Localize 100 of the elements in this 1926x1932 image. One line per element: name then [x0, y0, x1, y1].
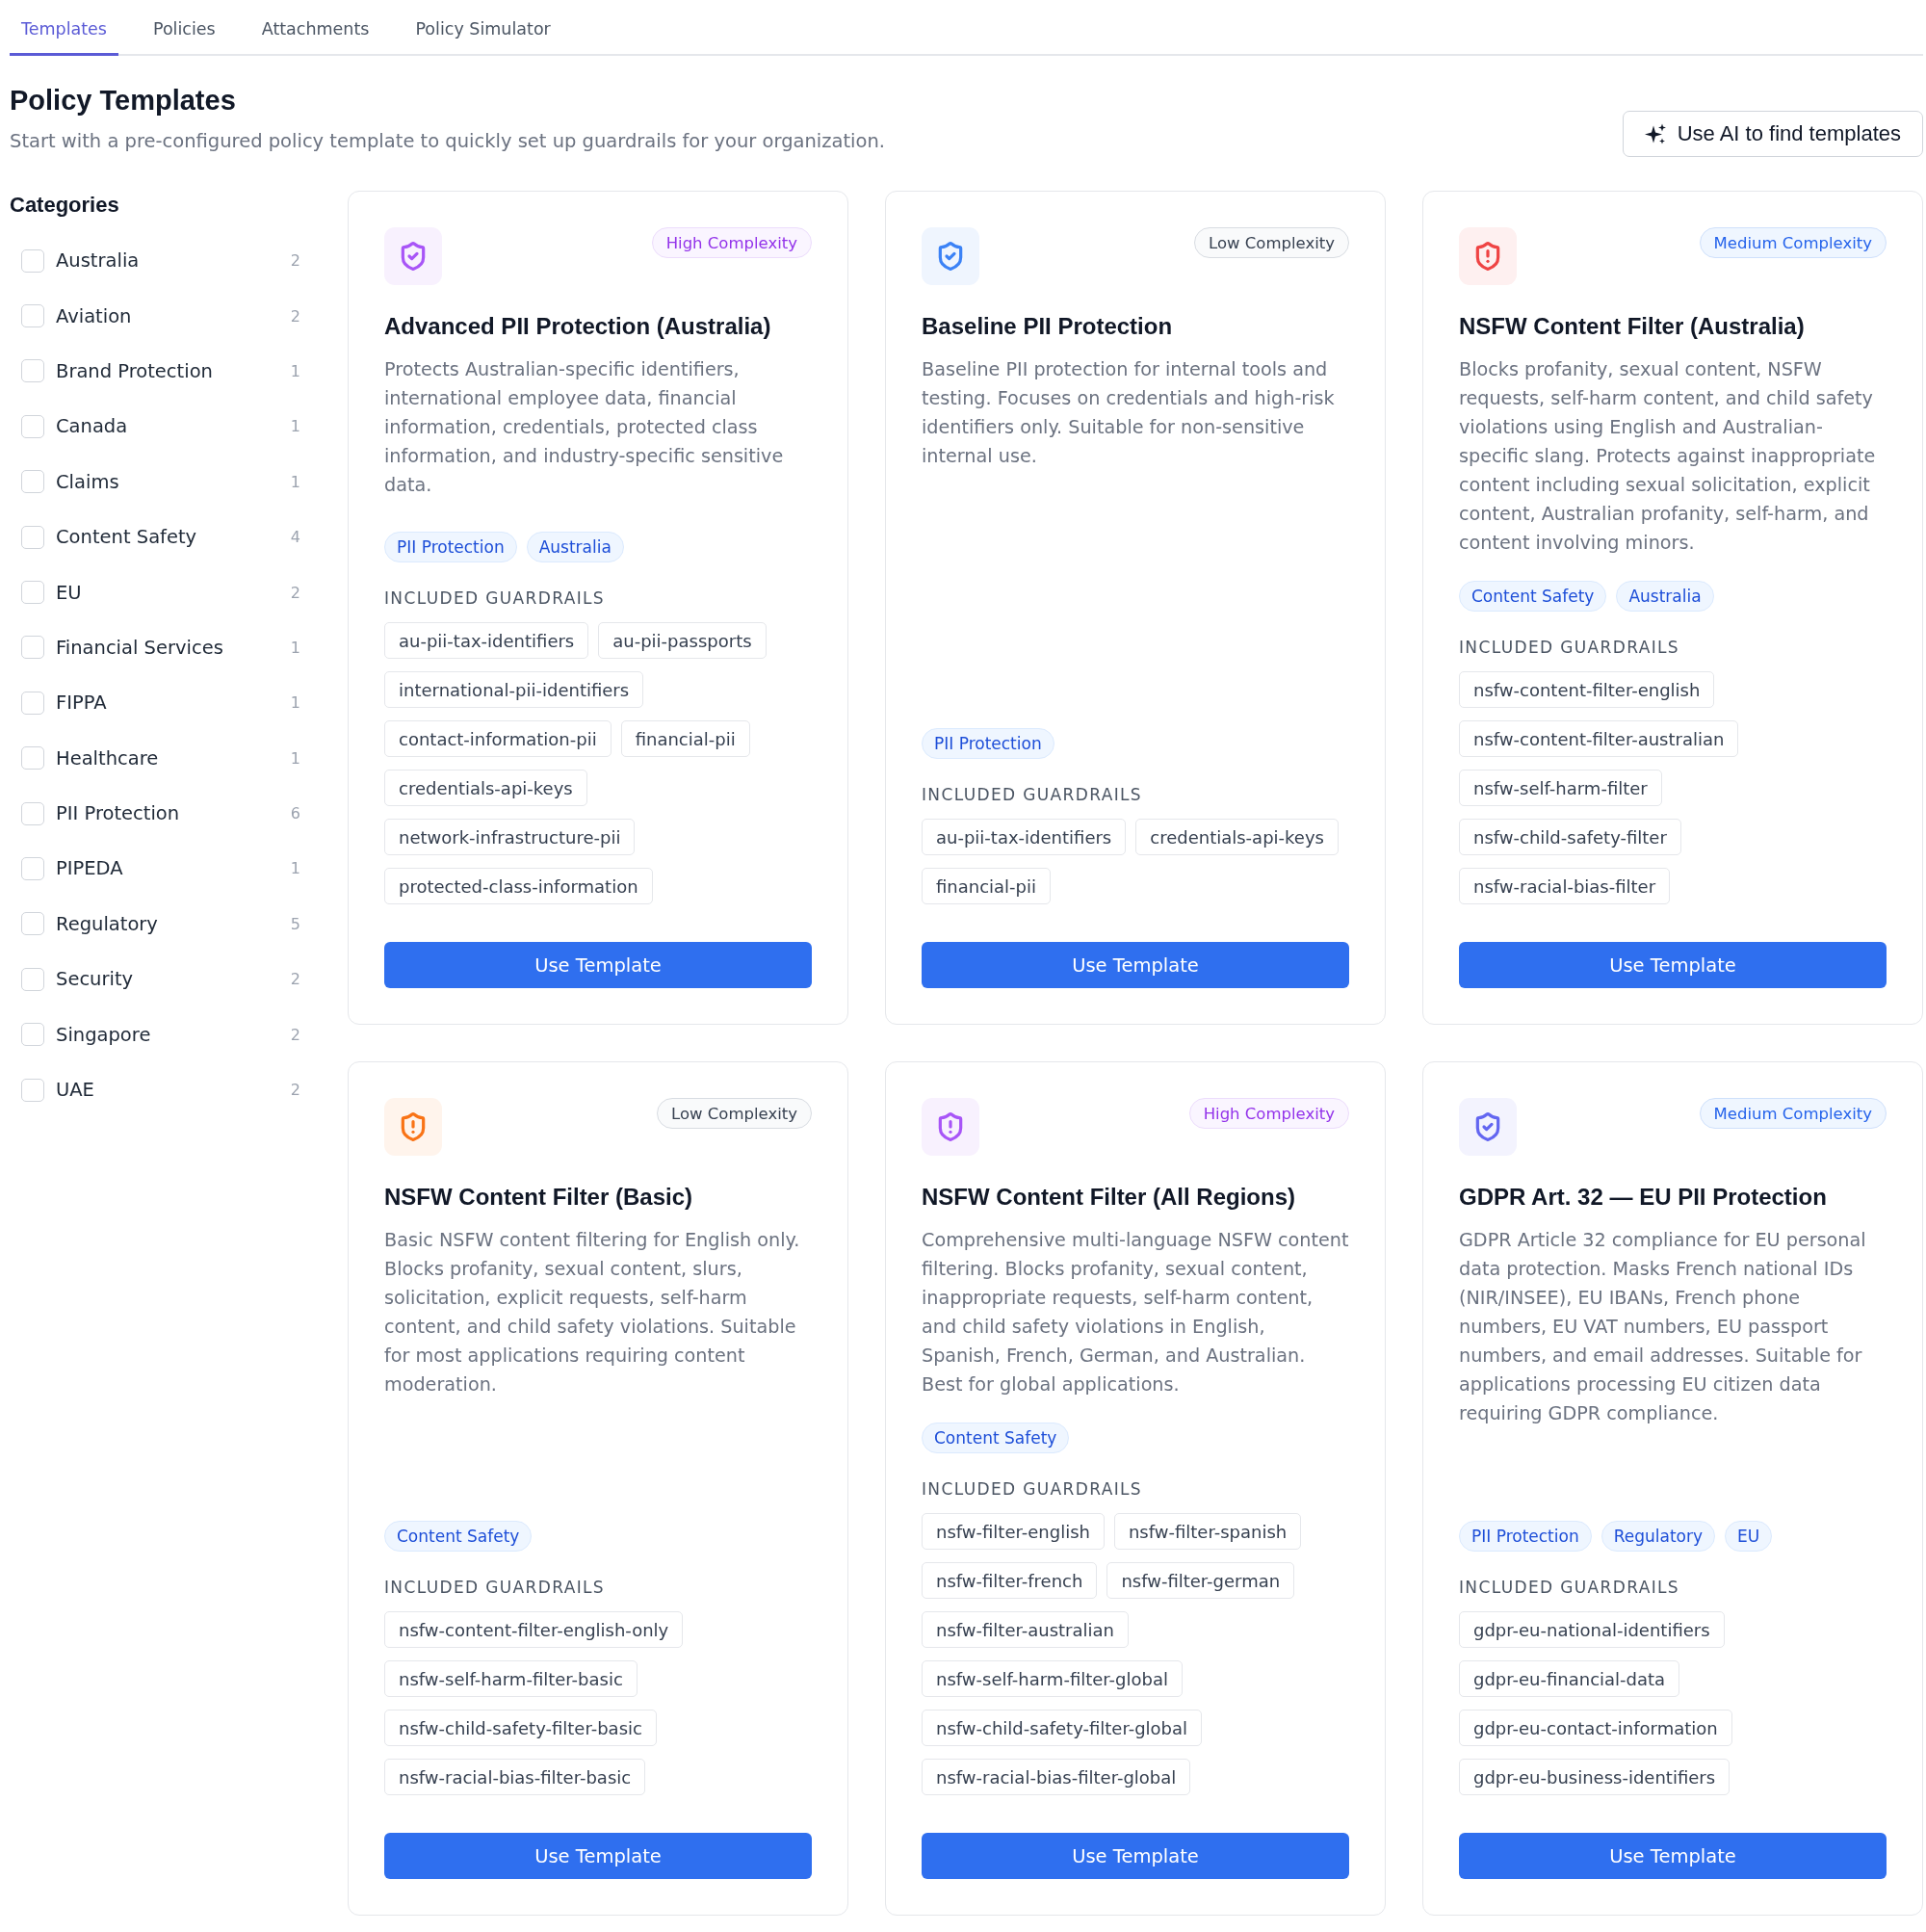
tab[interactable]: Attachments — [249, 0, 381, 56]
checkbox[interactable] — [21, 359, 44, 383]
checkbox[interactable] — [21, 304, 44, 328]
category-count: 2 — [290, 583, 300, 602]
shield-exclamation-icon — [384, 1098, 442, 1156]
use-template-button[interactable]: Use Template — [922, 1833, 1349, 1879]
category-count: 4 — [290, 528, 300, 547]
card-description: GDPR Article 32 compliance for EU personal data protection. Masks French national IDs (NIR/INSEE), EU IBANs, French phone numbers, EU VAT numbers, EU passport numbers, and email addresses. Suitable for applications processing EU citizen data requiring GDPR compliance. — [1459, 1228, 1867, 1426]
checkbox[interactable] — [21, 1078, 44, 1102]
category-tag: Australia — [1616, 581, 1714, 612]
complexity-badge: Low Complexity — [657, 1098, 812, 1129]
checkbox[interactable] — [21, 801, 44, 825]
category-count: 5 — [290, 914, 300, 933]
guardrail-chip: nsfw-self-harm-filter-basic — [384, 1660, 638, 1697]
category-tag: PII Protection — [1459, 1521, 1592, 1552]
categories-heading: Categories — [10, 192, 120, 219]
category-count: 1 — [290, 748, 300, 768]
checkbox[interactable] — [21, 248, 44, 273]
category-label: Australia — [56, 249, 141, 273]
guardrail-chip: nsfw-filter-french — [922, 1562, 1098, 1599]
shield-check-icon — [384, 227, 442, 285]
guardrails-heading: INCLUDED GUARDRAILS — [384, 587, 606, 609]
checkbox[interactable] — [21, 912, 44, 936]
category-label: EU — [56, 581, 83, 604]
card-title: NSFW Content Filter (Australia) — [1459, 312, 1806, 341]
checkbox[interactable] — [21, 1023, 44, 1047]
complexity-badge: Medium Complexity — [1699, 1098, 1887, 1129]
card-description: Blocks profanity, sexual content, NSFW requests, self-harm content, and child safety violations using English and Australian-specific slang. Protects against inappropriate content including sexual solicitation, explicit content, Australian profanity, self-harm, and content involving minors. — [1459, 357, 1877, 556]
guardrails-heading: INCLUDED GUARDRAILS — [1459, 637, 1680, 658]
guardrail-chip: nsfw-child-safety-filter-global — [922, 1710, 1203, 1746]
page-subtitle: Start with a pre-configured policy template to quickly set up guardrails for your organization. — [10, 129, 885, 154]
checkbox[interactable] — [21, 581, 44, 605]
shield-check-icon — [922, 227, 979, 285]
category-count: 1 — [290, 417, 300, 436]
category-tag: Regulatory — [1601, 1521, 1716, 1552]
guardrails-heading: INCLUDED GUARDRAILS — [922, 784, 1143, 805]
guardrail-chip: nsfw-self-harm-filter-global — [922, 1660, 1183, 1697]
guardrail-chip: nsfw-content-filter-english — [1459, 671, 1715, 708]
category-tag: PII Protection — [384, 532, 517, 562]
checkbox[interactable] — [21, 967, 44, 991]
guardrail-chip: gdpr-eu-business-identifiers — [1459, 1759, 1731, 1795]
checkbox[interactable] — [21, 525, 44, 549]
category-label: Financial Services — [56, 636, 224, 659]
checkbox[interactable] — [21, 691, 44, 715]
category-label: Security — [56, 968, 135, 991]
guardrail-chip: credentials-api-keys — [384, 770, 587, 806]
category-tag: Content Safety — [1459, 581, 1607, 612]
card-title: GDPR Art. 32 — EU PII Protection — [1459, 1183, 1828, 1212]
card-title: Baseline PII Protection — [922, 312, 1174, 341]
guardrail-chip: protected-class-information — [384, 868, 653, 904]
category-label: Regulatory — [56, 912, 159, 935]
tab[interactable]: Policy Simulator — [403, 0, 562, 56]
checkbox[interactable] — [21, 746, 44, 770]
page-title: Policy Templates — [10, 84, 237, 117]
use-template-button[interactable]: Use Template — [1459, 942, 1887, 988]
category-label: Canada — [56, 415, 129, 438]
guardrail-chip: nsfw-filter-german — [1106, 1562, 1295, 1599]
guardrail-chip: financial-pii — [922, 868, 1052, 904]
checkbox[interactable] — [21, 470, 44, 494]
category-label: Content Safety — [56, 526, 198, 549]
tab[interactable]: Policies — [142, 0, 227, 56]
category-count: 2 — [290, 970, 300, 989]
card-title: Advanced PII Protection (Australia) — [384, 312, 772, 341]
use-template-button[interactable]: Use Template — [922, 942, 1349, 988]
category-count: 1 — [290, 859, 300, 878]
checkbox[interactable] — [21, 857, 44, 880]
checkbox[interactable] — [21, 414, 44, 438]
guardrails-heading: INCLUDED GUARDRAILS — [1459, 1577, 1680, 1598]
guardrails-heading: INCLUDED GUARDRAILS — [922, 1478, 1143, 1500]
guardrail-chip: au-pii-passports — [598, 622, 767, 659]
complexity-badge: Medium Complexity — [1699, 227, 1887, 258]
card-title: NSFW Content Filter (All Regions) — [922, 1183, 1296, 1212]
guardrail-chip: gdpr-eu-contact-information — [1459, 1710, 1732, 1746]
complexity-badge: High Complexity — [1188, 1098, 1349, 1129]
tab[interactable]: Templates — [10, 0, 118, 56]
complexity-badge: High Complexity — [651, 227, 812, 258]
guardrail-chip: nsfw-child-safety-filter-basic — [384, 1710, 657, 1746]
guardrail-chip: nsfw-content-filter-australian — [1459, 720, 1739, 757]
category-count: 1 — [290, 472, 300, 491]
guardrail-chip: nsfw-filter-spanish — [1113, 1513, 1302, 1550]
find-templates-button[interactable]: Use AI to find templates — [1622, 111, 1923, 157]
shield-exclamation-icon — [922, 1098, 979, 1156]
guardrail-chip: nsfw-content-filter-english-only — [384, 1611, 684, 1648]
use-template-button[interactable]: Use Template — [384, 942, 812, 988]
card-description: Protects Australian-specific identifiers, international employee data, financial information, credentials, protected class information, and industry-specific sensitive data. — [384, 357, 785, 498]
category-tag: EU — [1725, 1521, 1773, 1552]
guardrail-chip: nsfw-filter-english — [922, 1513, 1105, 1550]
category-label: UAE — [56, 1079, 95, 1102]
category-count: 1 — [290, 361, 300, 380]
use-template-button[interactable]: Use Template — [1459, 1833, 1887, 1879]
guardrail-chip: gdpr-eu-financial-data — [1459, 1660, 1680, 1697]
category-count: 1 — [290, 638, 300, 657]
use-template-button[interactable]: Use Template — [384, 1833, 812, 1879]
card-title: NSFW Content Filter (Basic) — [384, 1183, 693, 1212]
category-label: Claims — [56, 470, 120, 493]
category-count: 2 — [290, 1025, 300, 1044]
card-description: Comprehensive multi-language NSFW content filtering. Blocks profanity, sexual content, inappropriate requests, self-harm content, and child safety violations in English, Spanish, French, German, and Australian. Best for global applications. — [922, 1228, 1349, 1397]
guardrail-chip: au-pii-tax-identifiers — [922, 819, 1127, 855]
guardrail-chip: nsfw-racial-bias-filter-basic — [384, 1759, 646, 1795]
checkbox[interactable] — [21, 636, 44, 660]
